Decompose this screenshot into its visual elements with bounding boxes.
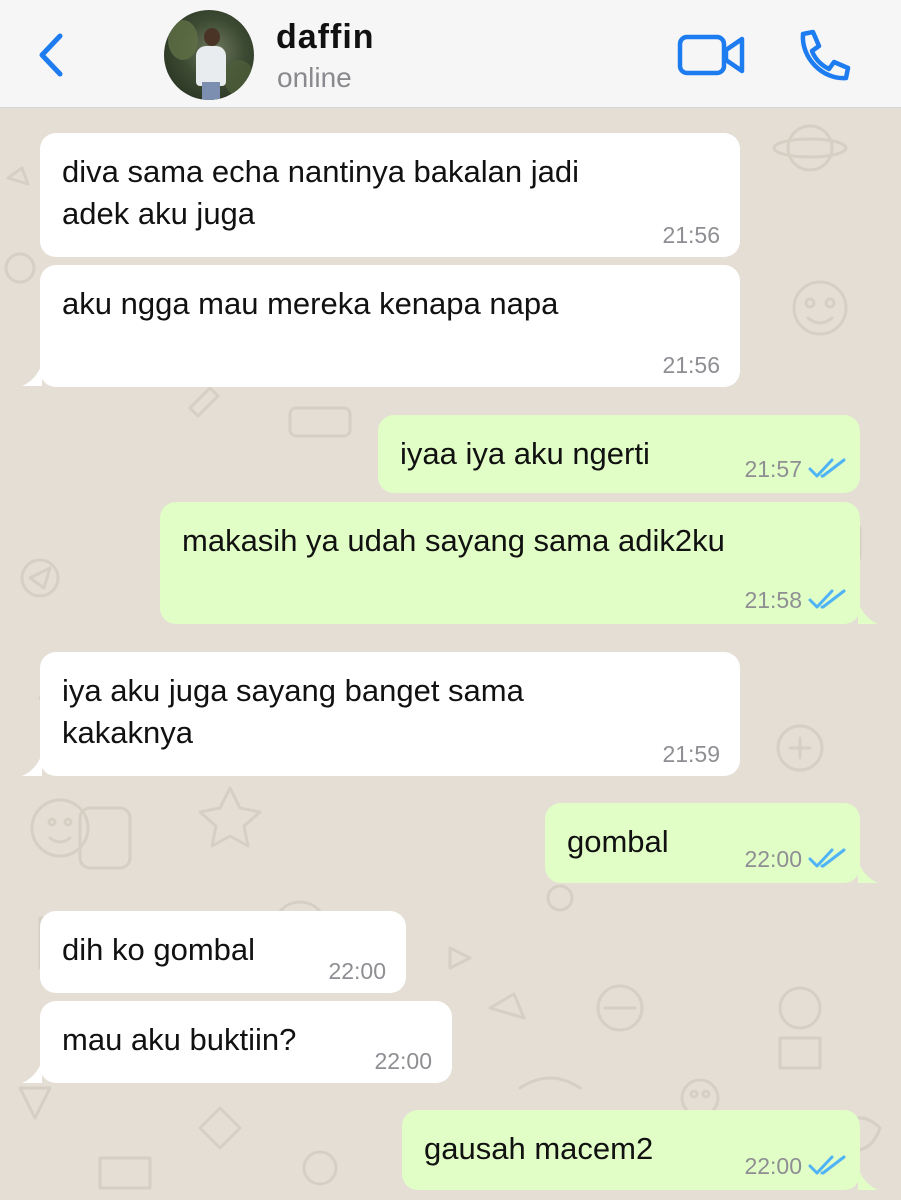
message-time: 21:56 [662, 222, 720, 248]
incoming-message[interactable]: mau aku buktiin? 22:00 [40, 1001, 452, 1083]
bubble-tail [22, 1061, 42, 1083]
read-receipt-icon [808, 848, 846, 868]
message-time: 21:58 [744, 587, 802, 613]
message-list[interactable]: diva sama echa nantinya bakalan jadi ade… [0, 108, 901, 1200]
incoming-message[interactable]: aku ngga mau mereka kenapa napa 21:56 [40, 265, 740, 387]
incoming-message[interactable]: iya aku juga sayang banget sama kakaknya… [40, 652, 740, 776]
outgoing-message[interactable]: makasih ya udah sayang sama adik2ku 21:5… [160, 502, 860, 624]
bubble-tail [22, 754, 42, 776]
back-chevron-icon[interactable] [30, 30, 70, 80]
bubble-tail [858, 602, 878, 624]
message-time: 22:00 [744, 1153, 802, 1179]
bubble-tail [858, 861, 878, 883]
message-time: 22:00 [744, 846, 802, 872]
message-text: makasih ya udah sayang sama adik2ku [182, 523, 725, 558]
outgoing-message[interactable]: gombal 22:00 [545, 803, 860, 883]
message-text: aku ngga mau mereka kenapa napa [62, 286, 559, 321]
video-call-icon[interactable] [676, 30, 748, 80]
read-receipt-icon [808, 1155, 846, 1175]
outgoing-message[interactable]: gausah macem2 22:00 [402, 1110, 860, 1190]
message-time: 22:00 [328, 958, 386, 984]
read-receipt-icon [808, 458, 846, 478]
incoming-message[interactable]: dih ko gombal 22:00 [40, 911, 406, 993]
contact-name[interactable]: daffin [276, 18, 375, 57]
contact-status: online [277, 62, 352, 93]
message-text: iya aku juga sayang banget sama kakaknya [62, 673, 524, 750]
incoming-message[interactable]: diva sama echa nantinya bakalan jadi ade… [40, 133, 740, 257]
message-time: 21:59 [662, 741, 720, 767]
phone-call-icon[interactable] [793, 28, 853, 82]
read-receipt-icon [808, 589, 846, 609]
message-time: 21:57 [744, 456, 802, 482]
bubble-tail [858, 1168, 878, 1190]
message-time: 22:00 [374, 1048, 432, 1074]
chat-header: daffin online [0, 0, 901, 108]
bubble-tail [22, 364, 42, 386]
outgoing-message[interactable]: iyaa iya aku ngerti 21:57 [378, 415, 860, 493]
message-text: diva sama echa nantinya bakalan jadi ade… [62, 154, 580, 231]
contact-avatar[interactable] [164, 10, 254, 100]
message-time: 21:56 [662, 352, 720, 378]
